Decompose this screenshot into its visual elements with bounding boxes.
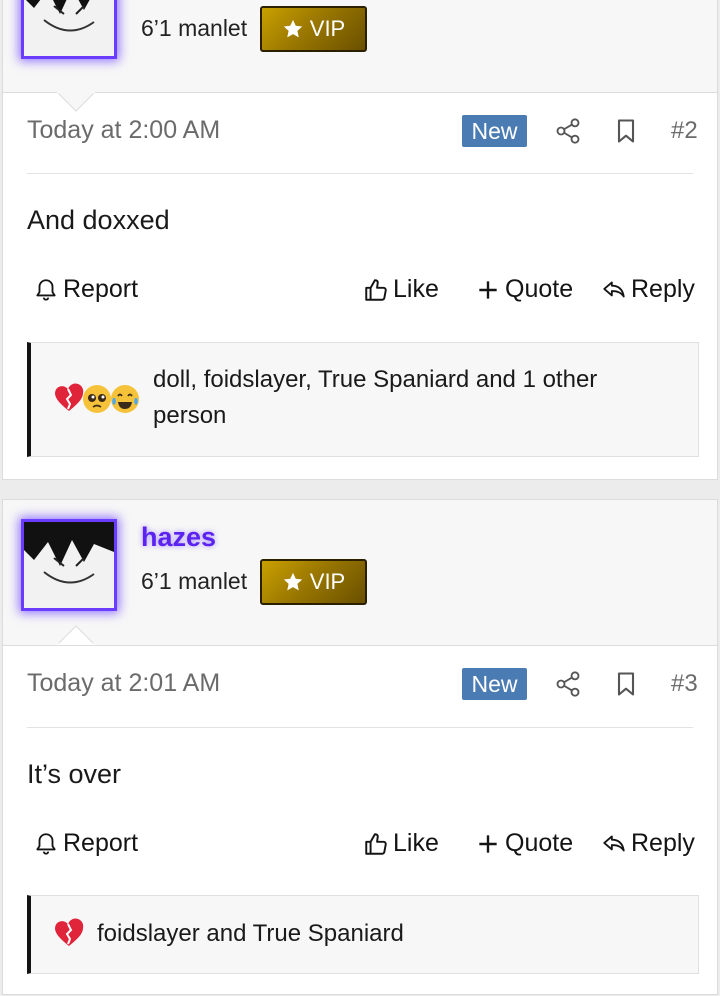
new-badge: New: [462, 115, 527, 147]
reactions-text[interactable]: foidslayer and True Spaniard: [97, 916, 657, 952]
vip-badge: VIP: [260, 559, 367, 605]
avatar-image: [24, 0, 114, 56]
bookmark-icon[interactable]: [611, 669, 641, 699]
avatar-image: [24, 522, 114, 608]
post-author-header: hazes 6’1 manlet VIP: [3, 500, 717, 646]
share-icon[interactable]: [553, 669, 583, 699]
thread-page: 6’1 manlet VIP Today at 2:00 AM New #2 A…: [0, 0, 720, 996]
reaction-icons: [53, 918, 84, 950]
report-button[interactable]: Report: [33, 275, 138, 304]
like-button[interactable]: Like: [363, 829, 439, 858]
username-link[interactable]: hazes: [141, 522, 216, 553]
meta-divider: [27, 727, 693, 728]
post-timestamp[interactable]: Today at 2:01 AM: [27, 669, 220, 698]
bell-icon: [36, 832, 56, 855]
star-icon: [283, 19, 302, 38]
tears-of-joy-icon: [111, 385, 139, 413]
meta-divider: [27, 173, 693, 174]
report-label: Report: [63, 275, 139, 303]
reply-button[interactable]: Reply: [601, 829, 695, 858]
like-button[interactable]: Like: [363, 275, 439, 304]
reply-arrow-icon: [603, 280, 625, 297]
bell-icon: [36, 278, 56, 301]
thumbs-up-icon: [365, 278, 387, 301]
like-label: Like: [393, 829, 439, 857]
vip-badge: VIP: [260, 6, 367, 52]
vip-label: VIP: [309, 569, 346, 594]
avatar[interactable]: [21, 519, 117, 611]
reply-button[interactable]: Reply: [601, 275, 695, 304]
report-button[interactable]: Report: [33, 829, 138, 858]
reactions-bar[interactable]: foidslayer and True Spaniard: [27, 895, 699, 974]
post-timestamp[interactable]: Today at 2:00 AM: [27, 116, 220, 145]
report-label: Report: [63, 829, 139, 857]
like-label: Like: [393, 275, 439, 303]
post-number[interactable]: #3: [671, 670, 698, 698]
quote-button[interactable]: Quote: [475, 829, 573, 858]
plus-icon: [479, 834, 497, 853]
vip-label: VIP: [309, 16, 346, 41]
post-number[interactable]: #2: [671, 117, 698, 145]
reactions-text[interactable]: doll, foidslayer, True Spaniard and 1 ot…: [153, 362, 673, 434]
avatar[interactable]: [21, 0, 117, 59]
header-notch: [57, 625, 95, 645]
quote-button[interactable]: Quote: [475, 275, 573, 304]
post-author-header: 6’1 manlet VIP: [3, 0, 717, 112]
share-icon[interactable]: [553, 116, 583, 146]
reply-arrow-icon: [603, 834, 625, 851]
broken-heart-icon: [55, 918, 84, 946]
reply-label: Reply: [631, 275, 695, 303]
star-icon: [283, 572, 302, 591]
header-notch: [57, 92, 95, 112]
reactions-bar[interactable]: doll, foidslayer, True Spaniard and 1 ot…: [27, 342, 699, 457]
user-title: 6’1 manlet: [141, 15, 248, 41]
new-badge: New: [462, 668, 527, 700]
bookmark-icon[interactable]: [611, 116, 641, 146]
post-2: 6’1 manlet VIP Today at 2:00 AM New #2 A…: [2, 0, 718, 480]
reaction-icons: [53, 383, 139, 415]
post-3: hazes 6’1 manlet VIP Today at 2:01 AM Ne…: [2, 499, 718, 995]
quote-label: Quote: [505, 829, 574, 857]
plus-icon: [479, 280, 497, 299]
user-title: 6’1 manlet: [141, 568, 248, 594]
quote-label: Quote: [505, 275, 574, 303]
post-message: It’s over: [27, 759, 122, 789]
post-message: And doxxed: [27, 205, 170, 235]
reply-label: Reply: [631, 829, 695, 857]
thumbs-up-icon: [365, 832, 387, 855]
